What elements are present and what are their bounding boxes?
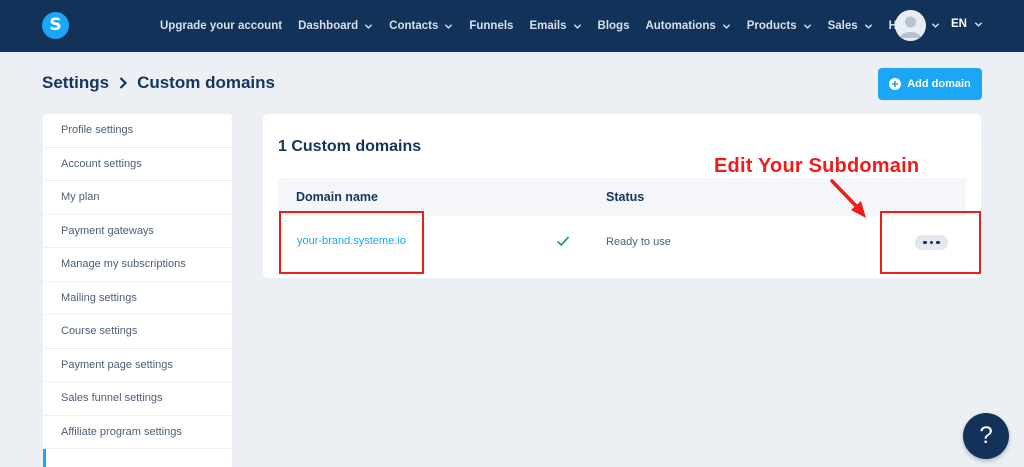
chevron-down-icon xyxy=(803,23,811,29)
language-label: EN xyxy=(951,18,967,30)
nav-item-contacts[interactable]: Contacts xyxy=(389,20,453,32)
nav-item-blogs[interactable]: Blogs xyxy=(598,20,630,32)
nav-item-label: Blogs xyxy=(597,20,630,32)
breadcrumb-settings[interactable]: Settings xyxy=(42,73,109,93)
chevron-down-icon xyxy=(445,23,453,29)
chevron-down-icon xyxy=(864,23,872,29)
chevron-down-icon[interactable] xyxy=(931,21,940,30)
nav-item-label: Upgrade your account xyxy=(160,20,283,32)
nav-item-label: Dashboard xyxy=(298,20,359,32)
nav-item-products[interactable]: Products xyxy=(747,20,812,32)
sidebar-item-custom-domains[interactable] xyxy=(43,449,232,467)
sidebar-item-mailing-settings[interactable]: Mailing settings xyxy=(43,282,232,315)
column-header-status: Status xyxy=(606,190,645,204)
sidebar-item-payment-page-settings[interactable]: Payment page settings xyxy=(43,349,232,382)
highlight-box-options xyxy=(880,211,981,274)
chevron-right-icon xyxy=(119,77,128,89)
sidebar-item-my-plan[interactable]: My plan xyxy=(43,181,232,215)
sidebar-item-affiliate-program-settings[interactable]: Affiliate program settings xyxy=(43,416,232,449)
page-title: 1 Custom domains xyxy=(278,138,422,155)
add-domain-label: Add domain xyxy=(907,78,971,90)
top-navbar: S Upgrade your account Dashboard Contacts F… xyxy=(0,0,1024,52)
chevron-down-icon xyxy=(722,23,730,29)
column-header-domain: Domain name xyxy=(296,190,378,204)
nav-item-dashboard[interactable]: Dashboard xyxy=(298,20,373,32)
systeme-logo[interactable]: S xyxy=(42,12,69,39)
chevron-down-icon xyxy=(364,23,373,29)
add-domain-button[interactable]: Add domain xyxy=(878,68,982,100)
sidebar-item-profile-settings[interactable]: Profile settings xyxy=(43,114,232,148)
nav-item-label: Products xyxy=(746,20,797,32)
help-button[interactable]: ? xyxy=(963,413,1009,459)
language-switcher[interactable]: EN xyxy=(951,18,983,30)
nav-item-label: Emails xyxy=(529,20,567,32)
sidebar-item-payment-gateways[interactable]: Payment gateways xyxy=(43,215,232,248)
chevron-down-icon xyxy=(974,21,983,27)
sidebar-item-course-settings[interactable]: Course settings xyxy=(43,315,232,349)
nav-item-emails[interactable]: Emails xyxy=(529,20,581,32)
arrow-icon xyxy=(830,179,866,218)
user-avatar-icon[interactable] xyxy=(895,10,926,41)
settings-sidebar: Profile settings Account settings My plan P… xyxy=(43,114,232,467)
nav-item-sales[interactable]: Sales xyxy=(828,20,873,32)
plus-circle-icon xyxy=(889,78,902,90)
nav-item-upgrade-your-account[interactable]: Upgrade your account xyxy=(160,20,282,32)
nav-item-label: Automations xyxy=(645,20,716,32)
nav-item-funnels[interactable]: Funnels xyxy=(469,20,513,32)
sidebar-item-manage-my-subscriptions[interactable]: Manage my subscriptions xyxy=(43,248,232,282)
status-text: Ready to use xyxy=(606,236,671,248)
nav-item-label: Sales xyxy=(827,20,858,32)
nav-item-label: Funnels xyxy=(469,20,514,32)
highlight-box-domain xyxy=(279,211,424,274)
check-icon xyxy=(556,236,570,247)
breadcrumb-current: Custom domains xyxy=(137,73,275,92)
main-nav: Upgrade your account Dashboard Contacts Fun… xyxy=(160,0,930,52)
breadcrumb: Settings Custom domains xyxy=(42,73,275,93)
sidebar-item-sales-funnel-settings[interactable]: Sales funnel settings xyxy=(43,382,232,416)
nav-item-label: Contacts xyxy=(389,20,439,32)
sidebar-item-account-settings[interactable]: Account settings xyxy=(43,148,232,181)
nav-item-automations[interactable]: Automations xyxy=(645,20,730,32)
chevron-down-icon xyxy=(573,23,581,29)
annotation-text: Edit Your Subdomain xyxy=(714,155,920,177)
